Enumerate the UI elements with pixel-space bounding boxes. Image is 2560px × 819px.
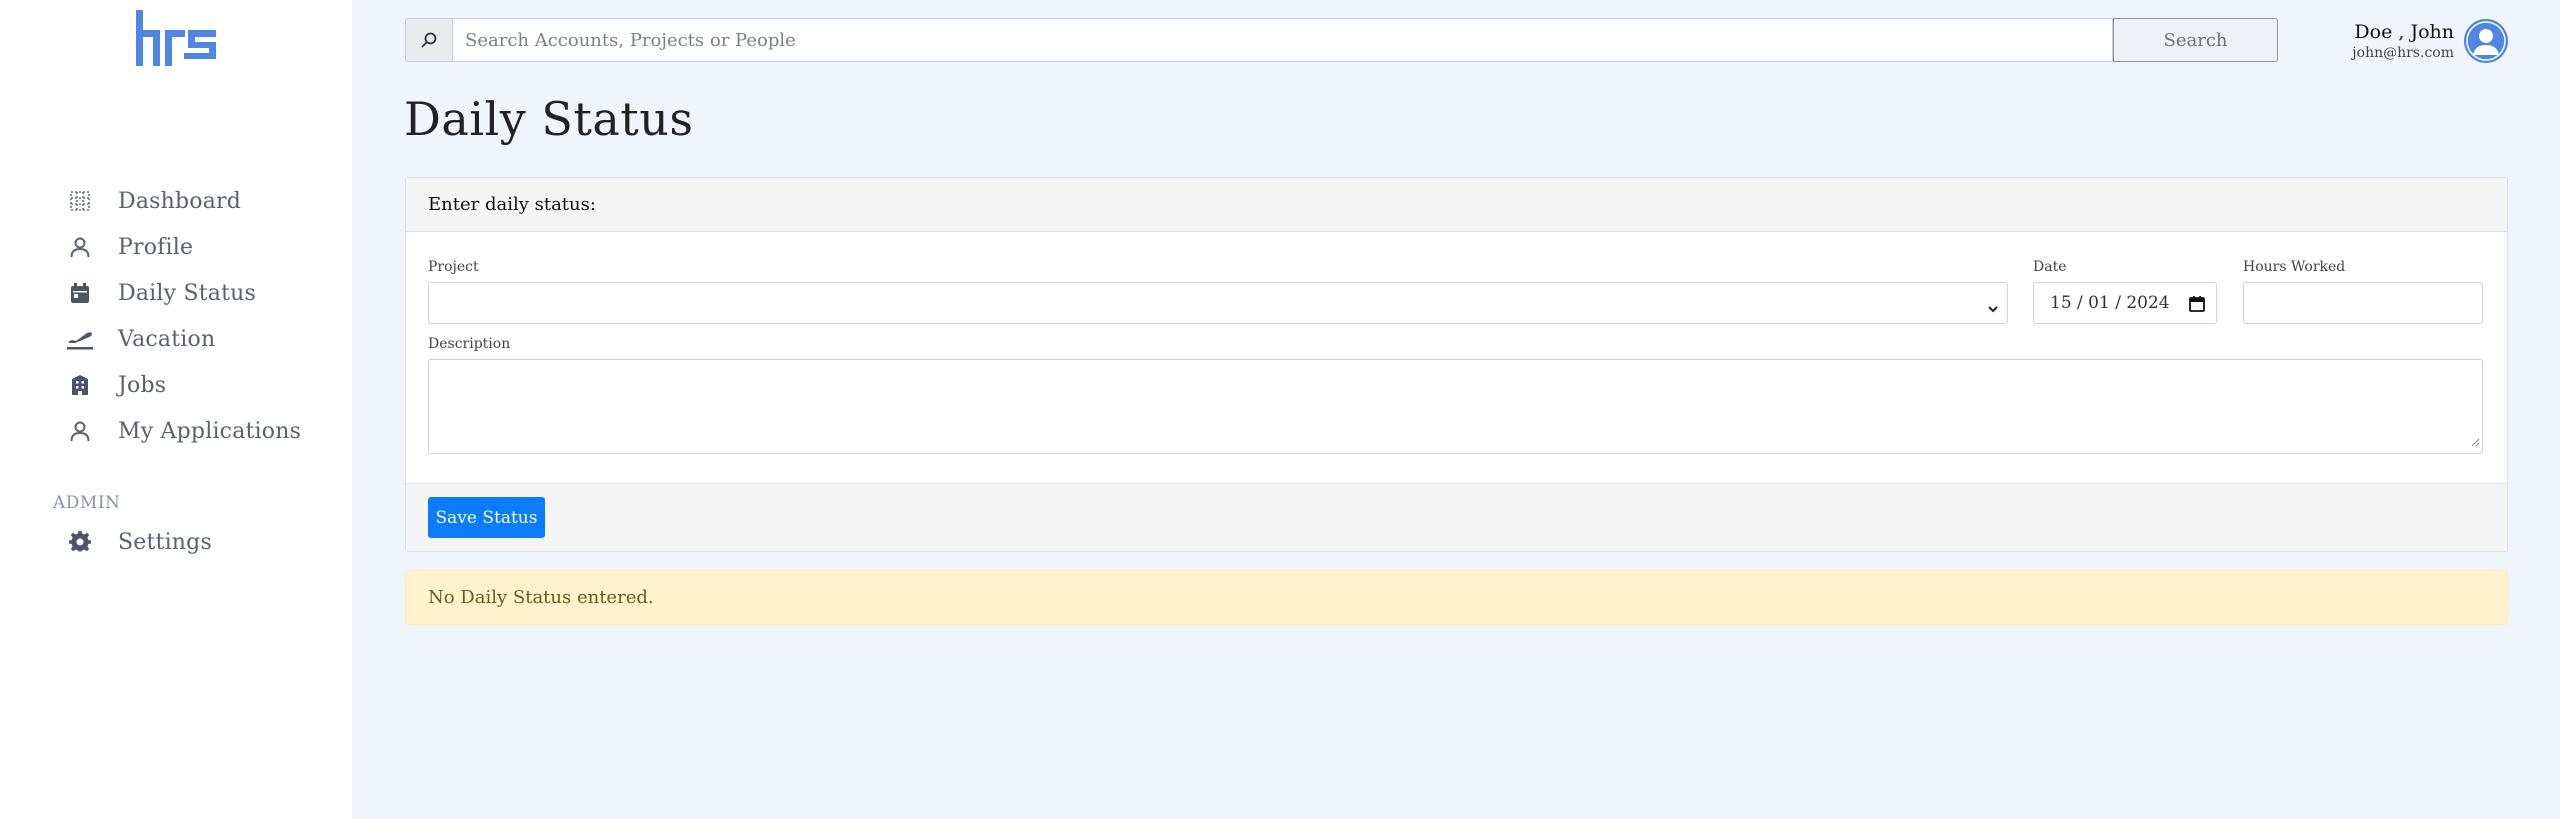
- avatar[interactable]: [2464, 19, 2508, 63]
- card-body: Project Date 15 / 01 / 2024 Hours Worked: [406, 232, 2507, 460]
- user-name: Doe , John: [2354, 21, 2454, 43]
- save-status-button[interactable]: Save Status: [428, 497, 545, 538]
- project-label: Project: [428, 259, 479, 275]
- dashboard-grid-icon: [66, 187, 94, 215]
- hrs-logo[interactable]: [134, 8, 220, 68]
- sidebar-item-my-applications[interactable]: My Applications: [66, 411, 336, 451]
- sidebar-item-jobs[interactable]: Jobs: [66, 365, 336, 405]
- sidebar-item-label: Vacation: [118, 326, 216, 352]
- chevron-down-icon: [1987, 299, 1999, 318]
- project-select[interactable]: [428, 282, 2008, 324]
- date-field[interactable]: 15 / 01 / 2024: [2033, 282, 2217, 324]
- card-footer: Save Status: [406, 483, 2507, 551]
- building-icon: [66, 371, 94, 399]
- sidebar-item-daily-status[interactable]: Daily Status: [66, 273, 336, 313]
- calendar-icon: [66, 279, 94, 307]
- user-email: john@hrs.com: [2352, 45, 2454, 61]
- description-textarea[interactable]: [428, 359, 2483, 454]
- sidebar-item-label: Jobs: [118, 372, 167, 398]
- sidebar-item-label: Dashboard: [118, 188, 242, 214]
- sidebar-item-settings[interactable]: Settings: [66, 522, 336, 562]
- user-icon: [66, 233, 94, 261]
- hours-worked-field[interactable]: [2243, 282, 2483, 324]
- plane-icon: [66, 325, 94, 353]
- page-title: Daily Status: [404, 92, 694, 146]
- sidebar-item-label: Daily Status: [118, 280, 256, 306]
- hours-worked-label: Hours Worked: [2243, 259, 2346, 275]
- user-info: Doe , John john@hrs.com: [2352, 20, 2454, 62]
- user-menu[interactable]: Doe , John john@hrs.com: [2352, 18, 2508, 64]
- sidebar-item-label: My Applications: [118, 418, 302, 444]
- sidebar-item-label: Settings: [118, 529, 212, 555]
- search-icon[interactable]: [405, 18, 452, 62]
- sidebar-item-vacation[interactable]: Vacation: [66, 319, 336, 359]
- resize-grip-icon[interactable]: [2470, 432, 2480, 451]
- date-value: 15 / 01 / 2024: [2050, 293, 2170, 313]
- empty-status-alert: No Daily Status entered.: [405, 570, 2508, 625]
- admin-section-label: ADMIN: [53, 493, 121, 513]
- daily-status-form-card: Enter daily status: Project Date 15 / 01…: [405, 177, 2508, 552]
- gear-icon: [66, 528, 94, 556]
- sidebar-item-label: Profile: [118, 234, 194, 260]
- card-header: Enter daily status:: [406, 178, 2507, 232]
- global-search: Search: [405, 18, 2278, 62]
- calendar-picker-icon[interactable]: [2188, 295, 2206, 318]
- date-label: Date: [2033, 259, 2067, 275]
- sidebar: Dashboard Profile Daily Status Vacation …: [0, 0, 352, 819]
- sidebar-item-dashboard[interactable]: Dashboard: [66, 181, 336, 221]
- user-icon: [66, 417, 94, 445]
- search-input[interactable]: [452, 18, 2113, 62]
- sidebar-item-profile[interactable]: Profile: [66, 227, 336, 267]
- description-label: Description: [428, 336, 511, 352]
- search-button[interactable]: Search: [2113, 18, 2278, 62]
